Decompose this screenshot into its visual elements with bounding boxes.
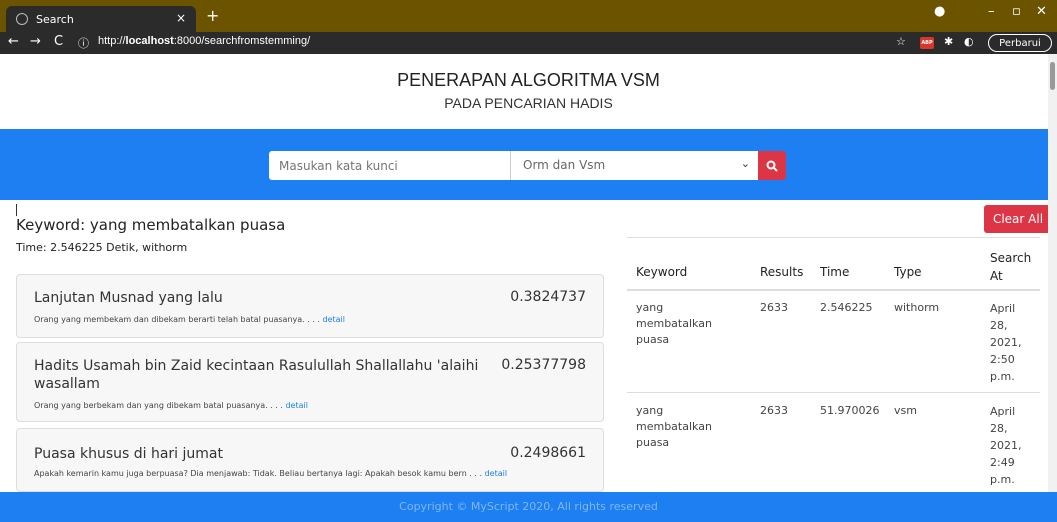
back-icon[interactable]: ← [8, 34, 19, 49]
browser-titlebar: Search × + ● – ▫ ✕ [0, 0, 1057, 32]
method-select-value: Orm dan Vsm [523, 158, 606, 172]
star-icon[interactable]: ☆ [896, 35, 906, 48]
table-divider [627, 237, 1040, 238]
page-content: PENERAPAN ALGORITMA VSM PADA PENCARIAN H… [0, 54, 1057, 522]
table-divider [627, 289, 1040, 291]
result-title: Puasa khusus di hari jumat [34, 446, 223, 462]
result-card: Hadits Usamah bin Zaid kecintaan Rasulul… [16, 342, 604, 422]
scrollbar[interactable] [1048, 54, 1057, 492]
adblock-icon[interactable]: ABP [920, 37, 934, 49]
col-header-keyword: Keyword [636, 265, 688, 279]
chevron-down-icon: ⌄ [740, 157, 750, 170]
reload-icon[interactable]: C [54, 34, 63, 49]
url-field[interactable]: http://localhost:8000/searchfromstemming… [98, 35, 310, 47]
result-snippet: Apakah kemarin kamu juga berpuasa? Dia m… [34, 469, 508, 478]
address-bar: ← → C ⓘ http://localhost:8000/searchfrom… [0, 32, 1057, 54]
search-band: Orm dan Vsm ⌄ [0, 129, 1057, 200]
row-time: 2.546225 [820, 301, 873, 314]
result-score: 0.25377798 [501, 357, 586, 373]
col-header-results: Results [760, 265, 804, 279]
forward-icon[interactable]: → [30, 34, 41, 49]
row-keyword: yang membatalkan puasa [636, 301, 712, 346]
result-title: Lanjutan Musnad yang lalu [34, 290, 223, 306]
puzzle-icon[interactable]: ✱ [944, 35, 953, 48]
col-header-type: Type [894, 265, 922, 279]
info-icon[interactable]: ⓘ [78, 35, 89, 51]
text-cursor [16, 204, 17, 216]
close-window-icon[interactable]: ✕ [1036, 4, 1047, 19]
search-button[interactable] [758, 151, 786, 180]
page-title: PENERAPAN ALGORITMA VSM [397, 70, 660, 90]
search-icon [766, 160, 778, 172]
result-score: 0.2498661 [510, 445, 586, 461]
result-snippet: Orang yang berbekam dan yang dibekam bat… [34, 401, 308, 410]
method-select[interactable]: Orm dan Vsm ⌄ [510, 151, 758, 180]
row-keyword: yang membatalkan puasa [636, 404, 712, 449]
page-subtitle: PADA PENCARIAN HADIS [444, 95, 613, 111]
search-time: Time: 2.546225 Detik, withorm [16, 241, 188, 254]
search-input[interactable] [269, 151, 510, 180]
result-title: Hadits Usamah bin Zaid kecintaan Rasulul… [34, 358, 479, 392]
row-type: withorm [894, 301, 940, 314]
tab-close-icon[interactable]: × [176, 11, 186, 25]
tab-title: Search [36, 12, 74, 26]
update-button[interactable]: Perbarui [988, 34, 1052, 52]
row-search-at: April 28, 2021, 2:50 p.m. [990, 302, 1022, 383]
result-snippet: Orang yang membekam dan dibekam berarti … [34, 315, 345, 324]
row-results: 2633 [760, 301, 788, 314]
avatar[interactable]: ◐ [964, 35, 974, 48]
row-type: vsm [894, 404, 917, 417]
detail-link[interactable]: detail [285, 401, 307, 410]
maximize-icon[interactable]: ▫ [1012, 4, 1021, 19]
profile-icon[interactable]: ● [934, 4, 945, 19]
col-header-time: Time [820, 265, 850, 279]
result-card: Lanjutan Musnad yang lalu 0.3824737 Oran… [16, 274, 604, 338]
row-search-at: April 28, 2021, 2:49 p.m. [990, 405, 1022, 486]
row-results: 2633 [760, 404, 788, 417]
copyright-text: Copyright © MyScript 2020, All rights re… [399, 500, 658, 513]
new-tab-button[interactable]: + [206, 6, 219, 25]
row-time: 51.970026 [820, 404, 880, 417]
scrollbar-thumb[interactable] [1050, 62, 1055, 90]
detail-link[interactable]: detail [323, 315, 345, 324]
footer: Copyright © MyScript 2020, All rights re… [0, 492, 1057, 522]
result-score: 0.3824737 [510, 289, 586, 305]
keyword-heading: Keyword: yang membatalkan puasa [16, 216, 286, 234]
browser-tab[interactable]: Search × [6, 6, 196, 32]
globe-icon [16, 13, 28, 25]
table-divider [627, 392, 1040, 393]
result-card: Puasa khusus di hari jumat 0.2498661 Apa… [16, 428, 604, 492]
clear-all-button[interactable]: Clear All [984, 205, 1052, 233]
detail-link[interactable]: detail [485, 469, 507, 478]
col-header-search-at: Search At [990, 251, 1032, 283]
minimize-icon[interactable]: – [988, 4, 995, 19]
